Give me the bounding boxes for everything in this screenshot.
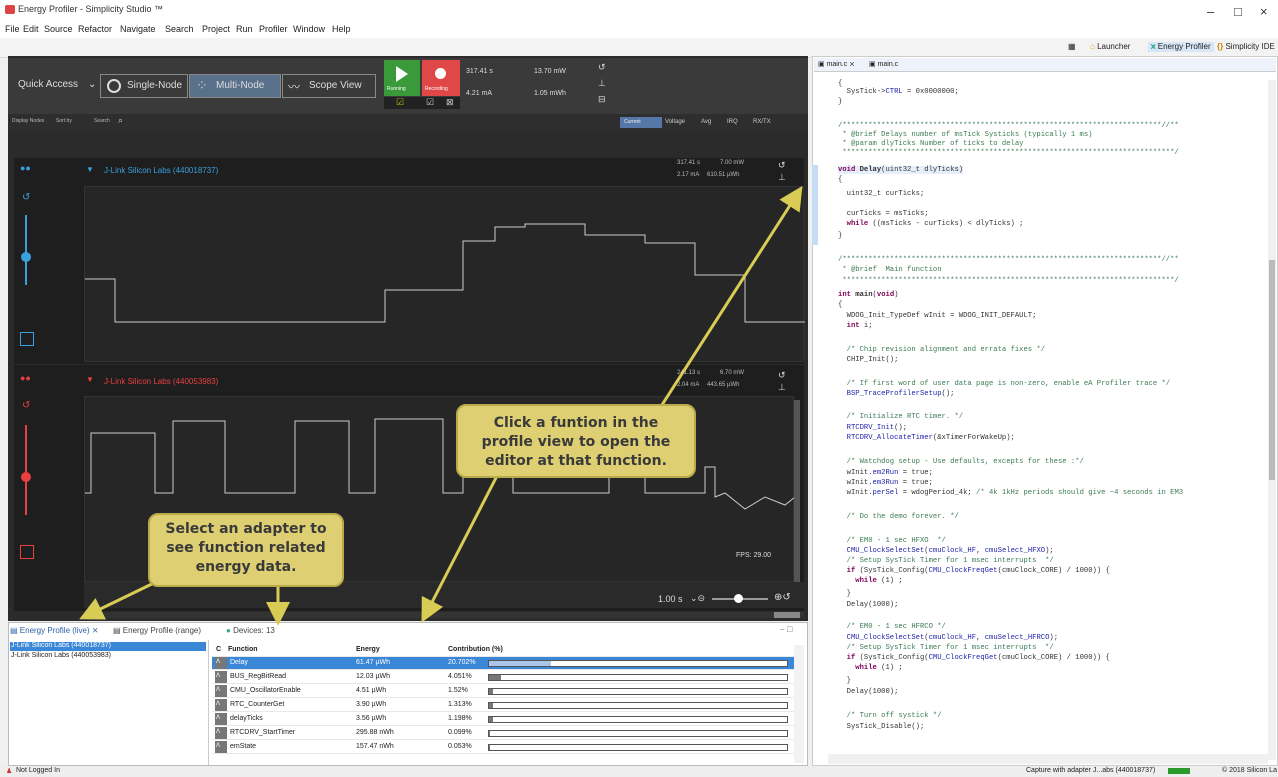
callout-open-function: Click a funtion in the profile view to o… <box>456 404 696 478</box>
annotation-arrows <box>79 185 803 626</box>
user-icon[interactable]: ♟ <box>6 767 12 775</box>
copyright: © 2018 Silicon La <box>1222 767 1277 774</box>
login-status[interactable]: Not Logged In <box>16 767 60 774</box>
capture-status: Capture with adapter J...abs (440018737) <box>1026 767 1156 774</box>
callout-select-adapter: Select an adapter to see function relate… <box>148 513 344 587</box>
status-bar: ♟ Not Logged In Capture with adapter J..… <box>0 766 1278 777</box>
capture-progress-bar <box>1168 768 1190 774</box>
